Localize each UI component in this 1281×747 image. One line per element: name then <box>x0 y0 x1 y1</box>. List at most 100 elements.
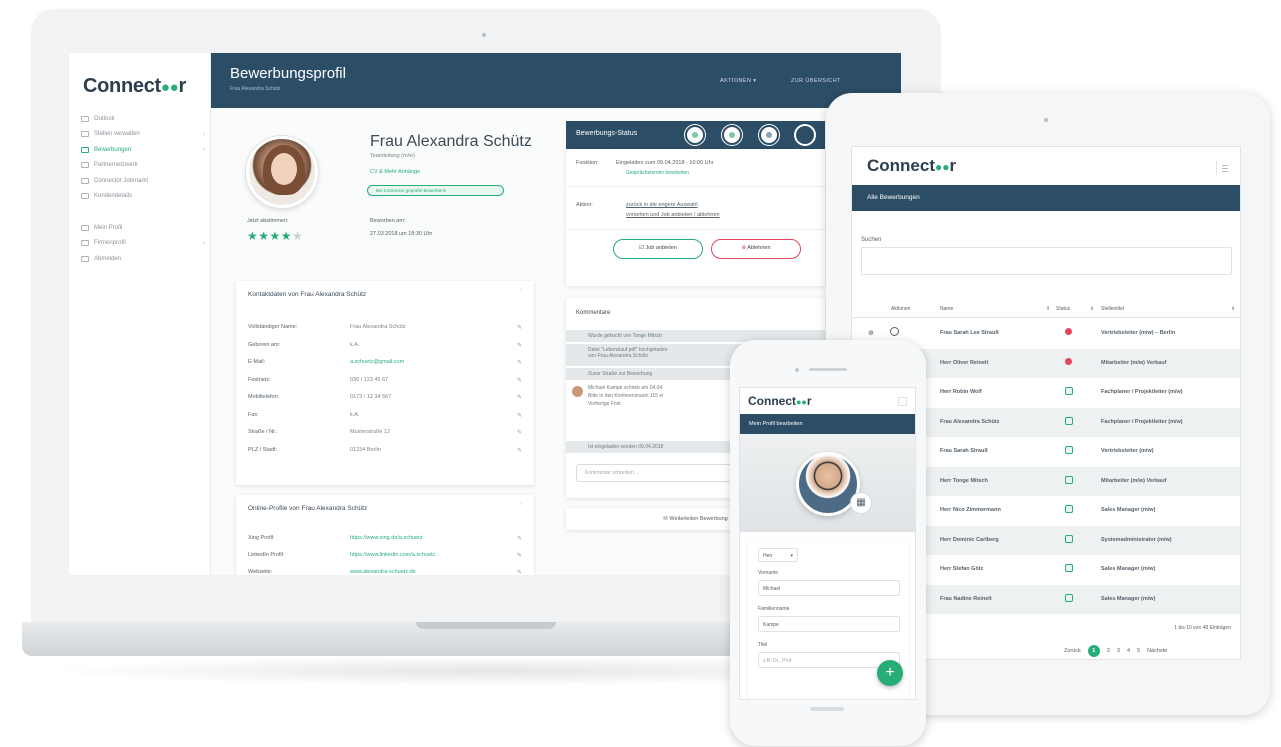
phone-camera <box>795 368 799 372</box>
edit-icon[interactable]: ✎ <box>517 447 522 454</box>
calendar-icon[interactable]: ▦ <box>850 492 872 514</box>
offer-job-button-label: Job anbieten <box>645 245 677 251</box>
edit-icon[interactable]: ✎ <box>517 342 522 349</box>
edit-icon[interactable]: ✎ <box>517 569 522 575</box>
detail-value: Musterstraße 12 <box>350 429 391 435</box>
sort-icon[interactable]: ⬍ <box>1090 306 1094 312</box>
logo-dots-icon: ●● <box>796 397 807 407</box>
action-label: Aktion: <box>576 202 593 208</box>
detail-value[interactable]: a.schuetz@gmail.com <box>350 359 404 365</box>
rating-stars[interactable]: ★★★★★ <box>247 229 303 243</box>
online-card-title: Online-Profile von Frau Alexandra Schütz <box>248 505 368 512</box>
chevron-up-icon[interactable]: ˆ <box>520 504 522 511</box>
job-title: Vertriebsleiter (m/w) – Berlin <box>1101 330 1176 336</box>
pager-page[interactable]: 1 <box>1087 645 1100 657</box>
col-actions[interactable]: Aktionen <box>891 306 910 312</box>
edit-icon[interactable]: ✎ <box>517 535 522 542</box>
applicant-name[interactable]: Herr Tonge Mitsch <box>940 478 988 484</box>
edit-icon[interactable]: ✎ <box>517 324 522 331</box>
offer-job-link[interactable]: vorsehen und Job anbieten / ablehnen <box>626 212 720 218</box>
pager-page[interactable]: 2 <box>1107 648 1110 654</box>
applicant-name[interactable]: Frau Sarah Lee Strauß <box>940 330 999 336</box>
status-step-1-icon[interactable] <box>685 125 705 145</box>
edit-icon[interactable]: ✎ <box>517 552 522 559</box>
status-icon <box>1065 416 1073 425</box>
laptop-notch <box>416 622 556 629</box>
rating-label: Jetzt abstimmen: <box>247 218 289 224</box>
job-title: Mitarbeiter (m/w) Verkauf <box>1101 359 1167 366</box>
sort-icon[interactable]: ⬍ <box>1046 306 1050 312</box>
star-icon[interactable]: ★ <box>258 229 269 243</box>
pager-page[interactable]: 4 <box>1127 648 1130 654</box>
detail-key: Geboren am: <box>248 341 281 348</box>
edit-icon[interactable]: ✎ <box>517 412 522 419</box>
applicant-name[interactable]: Herr Nico Zimmermann <box>940 507 1001 513</box>
pager-page[interactable]: 3 <box>1117 648 1120 654</box>
edit-icon[interactable]: ✎ <box>517 429 522 436</box>
add-button[interactable]: + <box>877 660 903 686</box>
applicant-name[interactable]: Frau Alexandra Schütz <box>940 419 999 425</box>
reject-button[interactable]: ⊗ Ablehnen <box>711 239 801 259</box>
search-input[interactable] <box>861 247 1232 275</box>
expand-icon[interactable]: ⊕ <box>868 329 874 337</box>
phone-logo[interactable]: Connect●●r <box>748 394 812 408</box>
chevron-up-icon[interactable]: ˆ <box>520 290 522 297</box>
title-label: Titel <box>758 642 768 648</box>
star-icon[interactable]: ★ <box>281 229 292 243</box>
phone-home-indicator <box>810 707 844 711</box>
star-icon[interactable]: ★ <box>292 229 303 243</box>
pagination: Zurück 1 2 3 4 5 Nächste <box>1064 645 1167 657</box>
applicant-name: Frau Alexandra Schütz <box>370 133 532 150</box>
attachments-link[interactable]: CV & Mehr Anhänge <box>370 169 420 175</box>
applicant-name[interactable]: Herr Robin Wolf <box>940 389 982 395</box>
edit-icon[interactable]: ✎ <box>517 394 522 401</box>
applicant-name[interactable]: Herr Stefan Gölz <box>940 566 983 572</box>
applicant-name[interactable]: Herr Dominic Carlberg <box>940 537 999 543</box>
job-title: Fachplaner / Projektleiter (m/w) <box>1101 418 1183 425</box>
menu-icon[interactable] <box>1216 161 1230 175</box>
col-job[interactable]: Stellentitel <box>1101 306 1124 312</box>
job-title: Sales Manager (m/w) <box>1101 566 1156 572</box>
col-status[interactable]: Status <box>1056 306 1070 312</box>
applicant-name[interactable]: Frau Sarah Strauß <box>940 448 988 454</box>
last-name-field[interactable]: Kampe <box>758 616 900 632</box>
star-icon[interactable]: ★ <box>247 229 258 243</box>
search-icon[interactable] <box>890 327 899 336</box>
pager-next[interactable]: Nächste <box>1147 648 1167 654</box>
star-icon[interactable]: ★ <box>270 229 281 243</box>
detail-row: Webseite: www.alexandra-schuetz.de ✎ <box>248 569 522 575</box>
phone-header: Mein Profil bearbeiten <box>740 414 915 434</box>
tablet-logo[interactable]: Connect●●r <box>867 156 956 176</box>
edit-icon[interactable]: ✎ <box>517 359 522 366</box>
edit-icon[interactable]: ✎ <box>517 377 522 384</box>
detail-value[interactable]: https://www.linkedin.com/a.schuetz <box>350 552 435 558</box>
status-step-3-icon[interactable] <box>759 125 779 145</box>
verified-badge: Bei Connector geprüfte Bewerberin <box>367 185 504 196</box>
edit-appointment-link[interactable]: Gesprächstermin bearbeiten <box>626 170 689 176</box>
detail-value[interactable]: https://www.xing.de/a.schuetz <box>350 535 422 541</box>
first-name-label: Vorname <box>758 570 779 576</box>
pager-page[interactable]: 5 <box>1137 648 1140 654</box>
menu-icon[interactable] <box>898 397 907 406</box>
detail-row: PLZ / Stadt: 01234 Berlin ✎ <box>248 447 522 459</box>
status-step-2-icon[interactable] <box>722 125 742 145</box>
detail-value[interactable]: www.alexandra-schuetz.de <box>350 569 416 575</box>
sort-icon[interactable]: ⬍ <box>1231 306 1235 312</box>
status-body: Funktion: Eingeladen zum 09.04.2018 - 10… <box>566 149 825 286</box>
applicant-name[interactable]: Frau Nadine Reinelt <box>940 596 992 602</box>
first-name-field[interactable]: Michael <box>758 580 900 596</box>
detail-row: Fax: k.A. ✎ <box>248 412 522 424</box>
col-name[interactable]: Name <box>940 306 953 312</box>
applicant-role: Teamleitung (m/w) <box>370 153 415 159</box>
salutation-select[interactable]: Herr ▾ <box>758 548 798 562</box>
applicant-name[interactable]: Herr Oliver Reinelt <box>940 360 988 366</box>
offer-job-button[interactable]: ☑ Job anbieten <box>613 239 703 259</box>
pager-prev[interactable]: Zurück <box>1064 648 1081 654</box>
detail-row: Vollständiger Name: Frau Alexandra Schütz… <box>248 324 522 336</box>
status-step-4-icon[interactable] <box>795 125 815 145</box>
back-to-shortlist-link[interactable]: zurück in die engere Auswahl <box>626 202 698 208</box>
detail-key: LinkedIn Profil: <box>248 552 285 558</box>
logo-dots-icon: ●● <box>935 160 950 174</box>
status-icon <box>1065 564 1073 572</box>
contact-card-title: Kontaktdaten von Frau Alexandra Schütz <box>248 291 367 298</box>
